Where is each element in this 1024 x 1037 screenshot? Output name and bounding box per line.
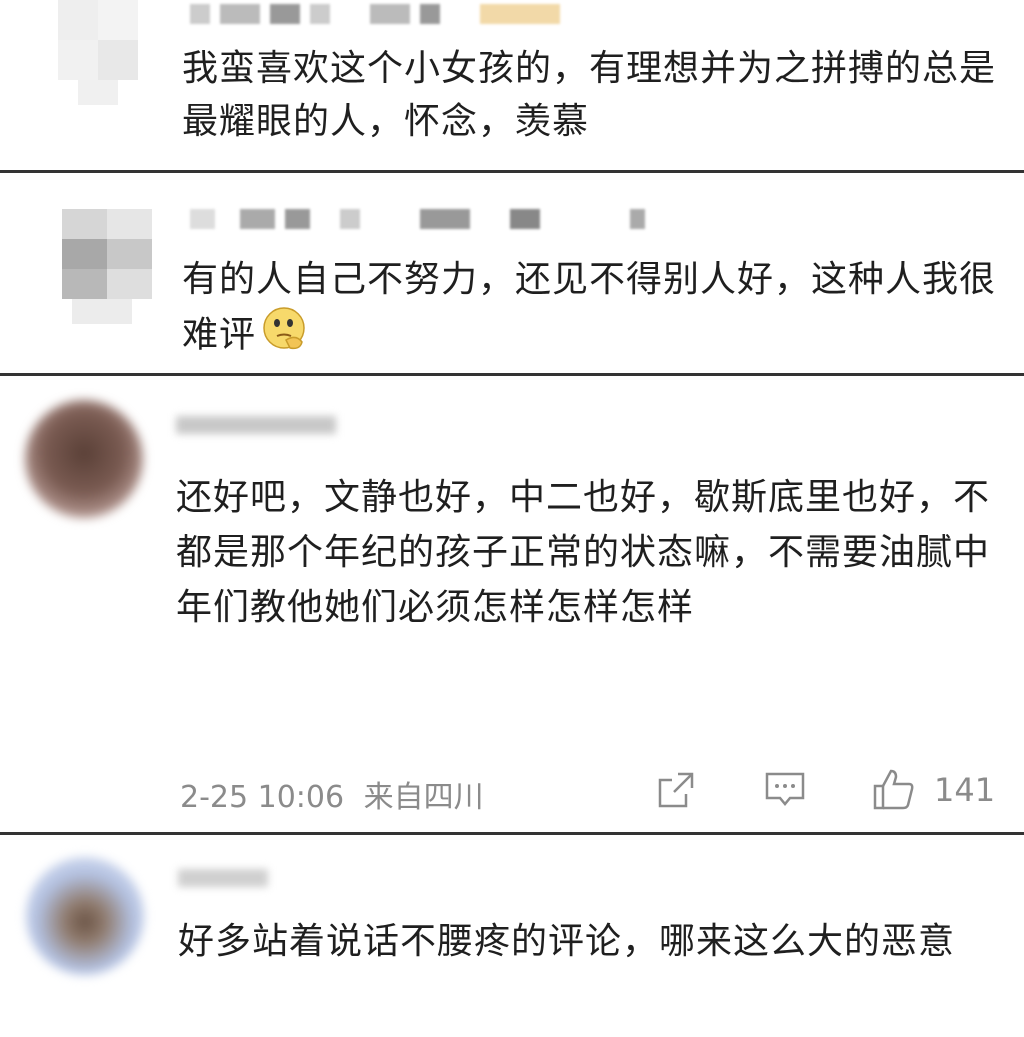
comment-text: 好多站着说话不腰疼的评论，哪来这么大的恶意 [178, 921, 956, 962]
like-count: 141 [934, 771, 996, 809]
share-button[interactable] [656, 770, 696, 810]
comment-item: 好多站着说话不腰疼的评论，哪来这么大的恶意 [0, 835, 1024, 1037]
avatar[interactable] [48, 0, 158, 110]
comment-item: 还好吧，文静也好，中二也好，歇斯底里也好，不都是那个年纪的孩子正常的状态嘛，不需… [0, 376, 1024, 832]
avatar[interactable] [25, 400, 143, 518]
username[interactable] [178, 869, 278, 895]
thumbs-up-icon [873, 769, 914, 810]
comment-text: 我蛮喜欢这个小女孩的，有理想并为之拼搏的总是最耀眼的人，怀念，羡慕 [182, 48, 997, 142]
reply-button[interactable] [764, 770, 806, 810]
avatar[interactable] [62, 209, 152, 329]
comment-item: 有的人自己不努力，还见不得别人好，这种人我很难评 [0, 173, 1024, 373]
username[interactable] [176, 416, 346, 442]
comment-text: 还好吧，文静也好，中二也好，歇斯底里也好，不都是那个年纪的孩子正常的状态嘛，不需… [176, 477, 991, 628]
thinking-face-emoji [262, 306, 308, 367]
avatar[interactable] [26, 857, 144, 975]
share-icon [658, 772, 694, 808]
timestamp: 2-25 10:06 [180, 780, 345, 815]
username[interactable] [190, 4, 570, 30]
comment-text: 有的人自己不努力，还见不得别人好，这种人我很难评 [182, 253, 1002, 367]
username[interactable] [190, 209, 660, 235]
comment-item: 我蛮喜欢这个小女孩的，有理想并为之拼搏的总是最耀眼的人，怀念，羡慕 [0, 0, 1024, 170]
location: 来自四川 [363, 780, 484, 815]
comment-meta: 2-25 10:06 来自四川 [180, 772, 484, 816]
like-button[interactable]: 141 [872, 768, 995, 812]
comment-icon [765, 772, 805, 806]
